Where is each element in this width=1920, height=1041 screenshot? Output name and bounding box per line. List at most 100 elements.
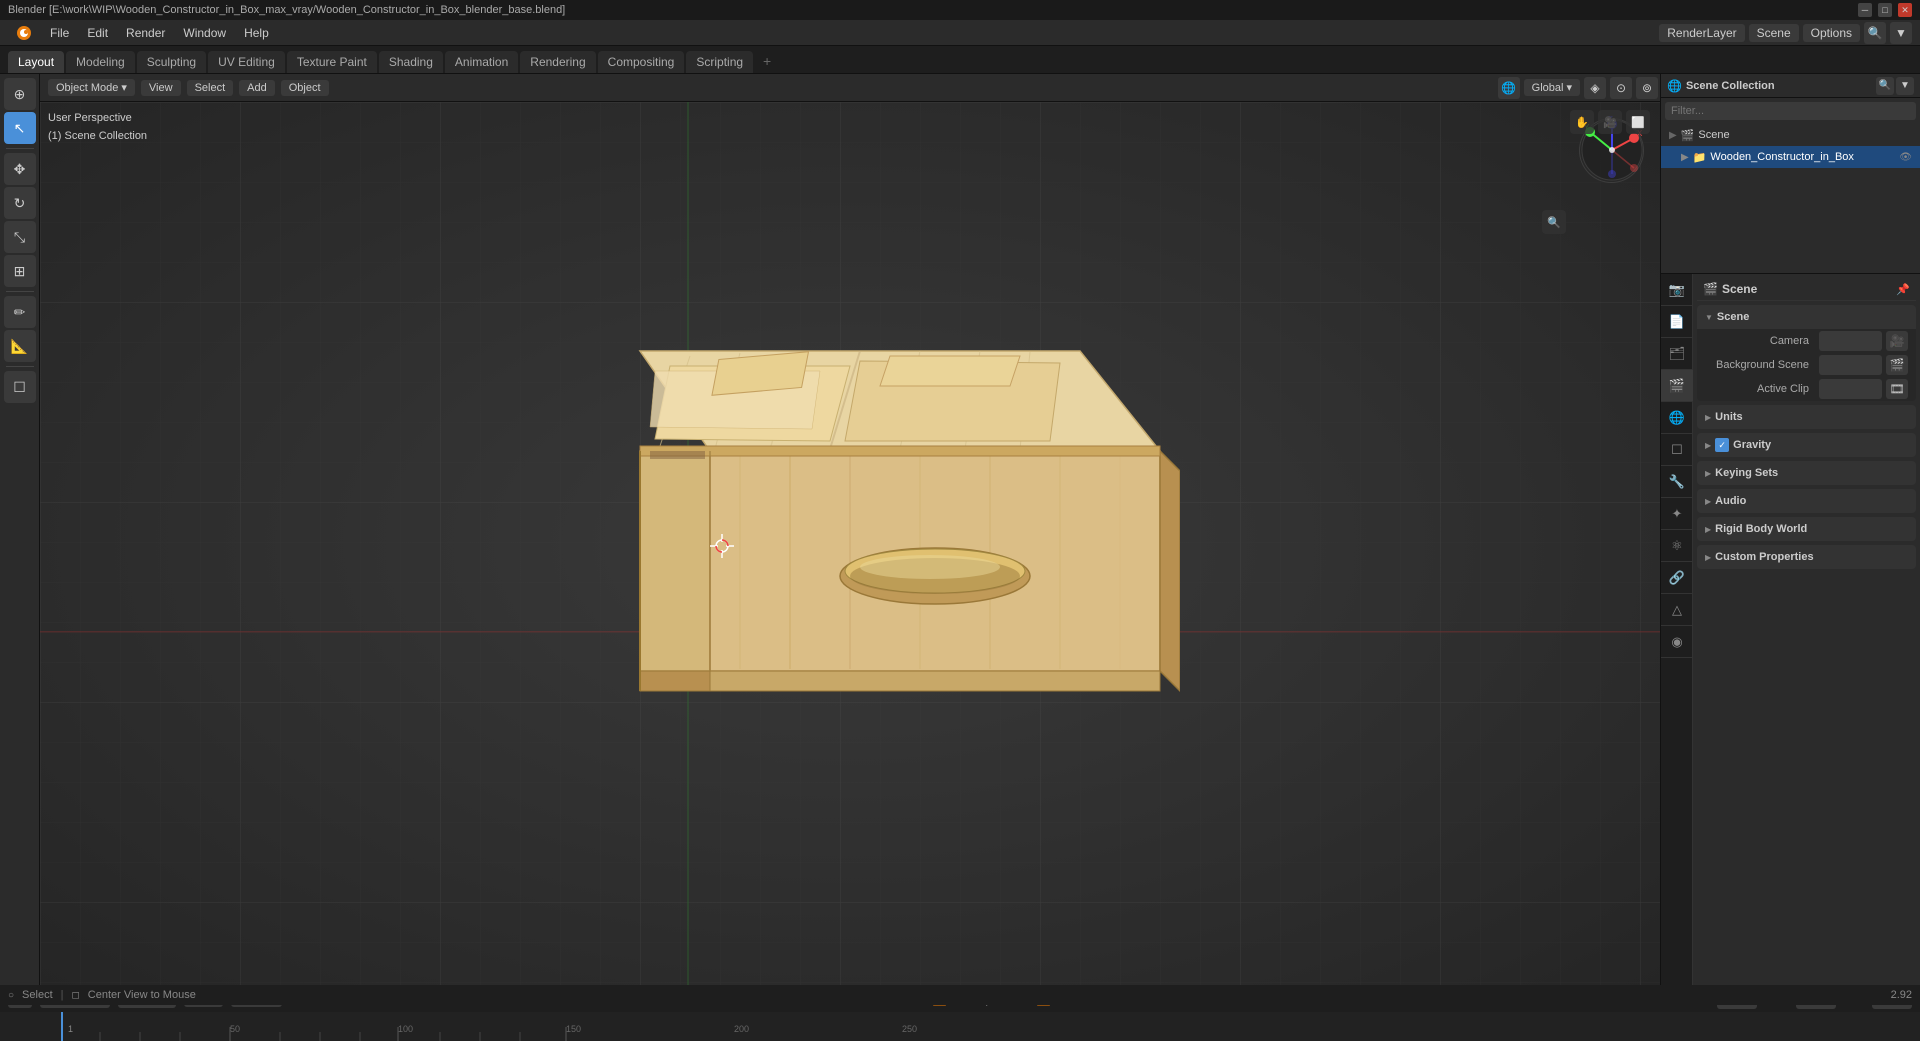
bg-scene-picker-btn[interactable]: 🎬 xyxy=(1886,355,1908,375)
particles-tab[interactable]: ✦ xyxy=(1661,498,1693,530)
main-viewport[interactable]: User Perspective (1) Scene Collection xyxy=(40,102,1660,985)
scene-properties-tab[interactable]: 🎬 xyxy=(1661,370,1693,402)
options-btn[interactable]: Options xyxy=(1803,24,1860,42)
keying-expand-icon: ▶ xyxy=(1705,469,1711,478)
object-mode-selector[interactable]: Object Mode ▾ xyxy=(48,79,135,96)
proportional-edit-btn[interactable]: ⊚ xyxy=(1636,77,1658,99)
tab-texture-paint[interactable]: Texture Paint xyxy=(287,51,377,73)
viewport-overlay-icons: 🔍 ✋ 🎥 ⬜ xyxy=(1542,110,1650,234)
minimize-button[interactable]: ─ xyxy=(1858,3,1872,17)
global-label: Global xyxy=(1532,82,1564,94)
data-tab[interactable]: △ xyxy=(1661,594,1693,626)
svg-text:150: 150 xyxy=(566,1024,581,1034)
transform-tool-btn[interactable]: ⊞ xyxy=(4,255,36,287)
tab-compositing[interactable]: Compositing xyxy=(598,51,685,73)
render-engine-selector[interactable]: RenderLayer xyxy=(1659,24,1744,42)
tab-animation[interactable]: Animation xyxy=(445,51,518,73)
scene-section-header[interactable]: ▼ Scene xyxy=(1697,305,1916,329)
outliner-search-input[interactable] xyxy=(1665,102,1916,120)
tab-modeling[interactable]: Modeling xyxy=(66,51,135,73)
tab-sculpting[interactable]: Sculpting xyxy=(137,51,206,73)
modifier-properties-tab[interactable]: 🔧 xyxy=(1661,466,1693,498)
menu-help[interactable]: Help xyxy=(236,24,277,42)
visibility-icon[interactable]: 👁 xyxy=(1899,152,1912,163)
select-hint-label: Select xyxy=(22,989,53,1001)
physics-tab[interactable]: ⚛ xyxy=(1661,530,1693,562)
scene-selector[interactable]: Scene xyxy=(1749,24,1799,42)
menu-window[interactable]: Window xyxy=(175,24,234,42)
outliner-section: 🌐 Scene Collection 🔍 ▼ ▶ 🎬 Scene ▶ 📁 Woo… xyxy=(1661,74,1920,274)
custom-props-expand-icon: ▶ xyxy=(1705,553,1711,562)
world-properties-tab[interactable]: 🌐 xyxy=(1661,402,1693,434)
gravity-checkbox[interactable]: ✓ xyxy=(1715,438,1729,452)
blender-logo[interactable] xyxy=(8,23,40,43)
properties-pin-icon[interactable]: 📌 xyxy=(1896,283,1910,296)
pivot-point-btn[interactable]: ◈ xyxy=(1584,77,1606,99)
look-through-camera-btn[interactable]: 🔍 xyxy=(1542,210,1566,234)
output-properties-tab[interactable]: 📄 xyxy=(1661,306,1693,338)
add-menu-btn[interactable]: Add xyxy=(239,80,275,96)
camera-value[interactable] xyxy=(1819,331,1882,351)
audio-expand-icon: ▶ xyxy=(1705,497,1711,506)
menu-file[interactable]: File xyxy=(42,24,77,42)
filter-btn[interactable]: ▼ xyxy=(1890,22,1912,44)
viewport-shading-icon[interactable]: 🌐 xyxy=(1498,77,1520,99)
rotate-tool-btn[interactable]: ↻ xyxy=(4,187,36,219)
gravity-section-header[interactable]: ▶ ✓ Gravity xyxy=(1697,433,1916,457)
grab-btn[interactable]: ✋ xyxy=(1570,110,1594,134)
active-clip-picker-btn[interactable]: 🎞 xyxy=(1886,379,1908,399)
units-section-header[interactable]: ▶ Units xyxy=(1697,405,1916,429)
object-menu-btn[interactable]: Object xyxy=(281,80,329,96)
constraints-tab[interactable]: 🔗 xyxy=(1661,562,1693,594)
bg-scene-value[interactable] xyxy=(1819,355,1882,375)
3d-cursor xyxy=(710,534,730,554)
custom-props-header[interactable]: ▶ Custom Properties xyxy=(1697,545,1916,569)
camera-picker-btn[interactable]: 🎥 xyxy=(1886,331,1908,351)
close-button[interactable]: ✕ xyxy=(1898,3,1912,17)
perspective-btn[interactable]: ⬜ xyxy=(1626,110,1650,134)
rigid-body-world-header[interactable]: ▶ Rigid Body World xyxy=(1697,517,1916,541)
tab-shading[interactable]: Shading xyxy=(379,51,443,73)
snap-toggle-btn[interactable]: ⊙ xyxy=(1610,77,1632,99)
move-tool-btn[interactable]: ✥ xyxy=(4,153,36,185)
select-menu-btn[interactable]: Select xyxy=(187,80,234,96)
material-tab[interactable]: ◉ xyxy=(1661,626,1693,658)
perspective-label: User Perspective xyxy=(48,110,147,128)
outliner-search-btn[interactable]: 🔍 xyxy=(1876,77,1894,95)
tab-scripting[interactable]: Scripting xyxy=(686,51,753,73)
add-primitive-btn[interactable]: ☐ xyxy=(4,371,36,403)
menu-render[interactable]: Render xyxy=(118,24,173,42)
outliner-filter-btn[interactable]: ▼ xyxy=(1896,77,1914,95)
keying-sets-header[interactable]: ▶ Keying Sets xyxy=(1697,461,1916,485)
view-menu-btn[interactable]: View xyxy=(141,80,181,96)
rigid-body-world-title: Rigid Body World xyxy=(1715,523,1807,535)
annotate-tool-btn[interactable]: ✏ xyxy=(4,296,36,328)
timeline-ruler[interactable]: 1 1 50 100 150 200 250 xyxy=(0,1012,1920,1041)
scene-expand-icon: ▼ xyxy=(1705,313,1713,322)
scale-tool-btn[interactable]: ⤡ xyxy=(4,221,36,253)
units-expand-icon: ▶ xyxy=(1705,413,1711,422)
view-layer-tab[interactable]: 🗂 xyxy=(1661,338,1693,370)
info-btn[interactable]: 🔍 xyxy=(1864,22,1886,44)
object-properties-tab[interactable]: ☐ xyxy=(1661,434,1693,466)
global-transform-btn[interactable]: Global ▾ xyxy=(1524,79,1580,96)
tab-rendering[interactable]: Rendering xyxy=(520,51,595,73)
maximize-button[interactable]: □ xyxy=(1878,3,1892,17)
tab-layout[interactable]: Layout xyxy=(8,51,64,73)
select-box-tool-btn[interactable]: ↖ xyxy=(4,112,36,144)
tab-uv-editing[interactable]: UV Editing xyxy=(208,51,285,73)
bg-scene-label: Background Scene xyxy=(1705,359,1815,371)
add-workspace-button[interactable]: + xyxy=(755,49,779,73)
blender-logo-icon xyxy=(16,25,32,41)
audio-section-header[interactable]: ▶ Audio xyxy=(1697,489,1916,513)
right-panel: 🌐 Scene Collection 🔍 ▼ ▶ 🎬 Scene ▶ 📁 Woo… xyxy=(1660,74,1920,985)
measure-tool-btn[interactable]: 📐 xyxy=(4,330,36,362)
camera-label: Camera xyxy=(1705,335,1815,347)
camera-view-btn[interactable]: 🎥 xyxy=(1598,110,1622,134)
render-properties-tab[interactable]: 📷 xyxy=(1661,274,1693,306)
menu-edit[interactable]: Edit xyxy=(79,24,116,42)
cursor-tool-btn[interactable]: ⊕ xyxy=(4,78,36,110)
active-clip-value[interactable] xyxy=(1819,379,1882,399)
svg-text:200: 200 xyxy=(734,1024,749,1034)
outliner-collection-item[interactable]: ▶ 📁 Wooden_Constructor_in_Box 👁 xyxy=(1661,146,1920,168)
